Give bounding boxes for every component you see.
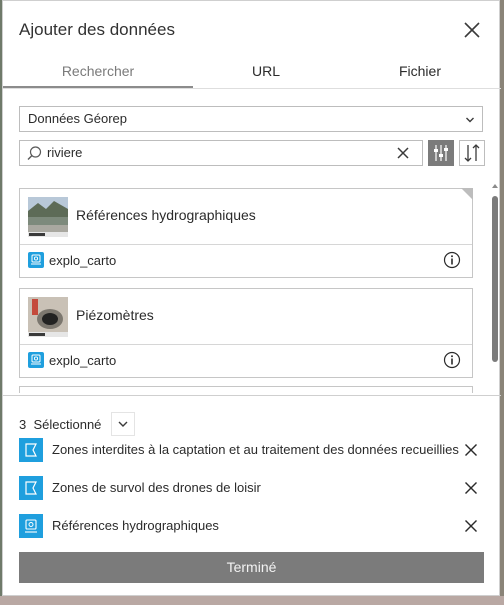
result-owner: explo_carto <box>49 253 117 268</box>
selected-count: 3 <box>19 417 27 432</box>
selected-item: Références hydrographiques <box>19 514 485 538</box>
close-icon <box>464 22 480 38</box>
selected-item: Zones de survol des drones de loisir <box>19 476 485 500</box>
selected-item-label: Zones de survol des drones de loisir <box>52 480 261 495</box>
selected-count-label: 3 Sélectionné <box>19 417 101 432</box>
selected-item: Zones interdites à la captation et au tr… <box>19 438 485 462</box>
close-icon <box>465 482 477 494</box>
info-button[interactable] <box>443 251 461 269</box>
scroll-up-arrow-icon[interactable] <box>492 184 498 188</box>
close-icon <box>465 520 477 532</box>
dialog-title: Ajouter des données <box>19 20 175 39</box>
results-scrollbar[interactable] <box>490 184 500 362</box>
filter-button[interactable] <box>428 140 454 166</box>
info-icon <box>443 351 461 369</box>
close-button[interactable] <box>461 19 483 41</box>
chevron-down-icon <box>466 117 474 123</box>
clear-search-icon[interactable] <box>396 146 410 160</box>
selection-divider <box>3 395 501 396</box>
result-owner: explo_carto <box>49 353 117 368</box>
owner-icon <box>28 352 44 368</box>
tab-fichier[interactable]: Fichier <box>339 57 501 89</box>
results-list[interactable]: Références hydrographiques explo_carto P… <box>3 179 501 393</box>
search-icon <box>27 146 42 160</box>
result-card-partial[interactable] <box>19 386 473 393</box>
close-icon <box>465 444 477 456</box>
scroll-thumb[interactable] <box>492 196 498 362</box>
owner-icon <box>28 252 44 268</box>
selected-item-label: Références hydrographiques <box>52 518 219 533</box>
add-data-dialog: Ajouter des données Rechercher URL Fichi… <box>2 0 501 596</box>
result-card[interactable]: Piézomètres explo_carto <box>19 288 473 378</box>
result-title: Références hydrographiques <box>76 207 256 223</box>
selected-label: Sélectionné <box>33 417 102 432</box>
map-service-icon <box>19 514 43 538</box>
info-button[interactable] <box>443 351 461 369</box>
source-select[interactable]: Données Géorep <box>19 106 483 132</box>
tab-bar: Rechercher URL Fichier <box>3 57 501 89</box>
tab-rechercher[interactable]: Rechercher <box>3 57 193 89</box>
search-input-value: riviere <box>47 145 83 160</box>
tab-divider <box>3 88 501 89</box>
source-select-value: Données Géorep <box>28 111 128 126</box>
search-input[interactable]: riviere <box>19 140 423 166</box>
card-divider <box>20 244 472 245</box>
sliders-icon <box>434 145 448 161</box>
remove-button[interactable] <box>464 519 478 533</box>
polygon-layer-icon <box>19 476 43 500</box>
remove-button[interactable] <box>464 481 478 495</box>
card-divider <box>20 344 472 345</box>
tab-url[interactable]: URL <box>193 57 339 89</box>
river-landscape-thumbnail <box>28 197 68 237</box>
well-thumbnail <box>28 297 68 337</box>
card-corner-flag <box>461 188 473 200</box>
selection-toggle-button[interactable] <box>111 412 135 436</box>
result-title: Piézomètres <box>76 307 154 323</box>
remove-button[interactable] <box>464 443 478 457</box>
chevron-down-icon <box>118 421 128 427</box>
selected-item-label: Zones interdites à la captation et au tr… <box>52 442 459 457</box>
sort-icon <box>464 144 480 162</box>
result-card[interactable]: Références hydrographiques explo_carto <box>19 188 473 278</box>
map-background-bottom <box>0 596 504 605</box>
polygon-layer-icon <box>19 438 43 462</box>
sort-button[interactable] <box>459 140 485 166</box>
info-icon <box>443 251 461 269</box>
done-button[interactable]: Terminé <box>19 552 484 583</box>
